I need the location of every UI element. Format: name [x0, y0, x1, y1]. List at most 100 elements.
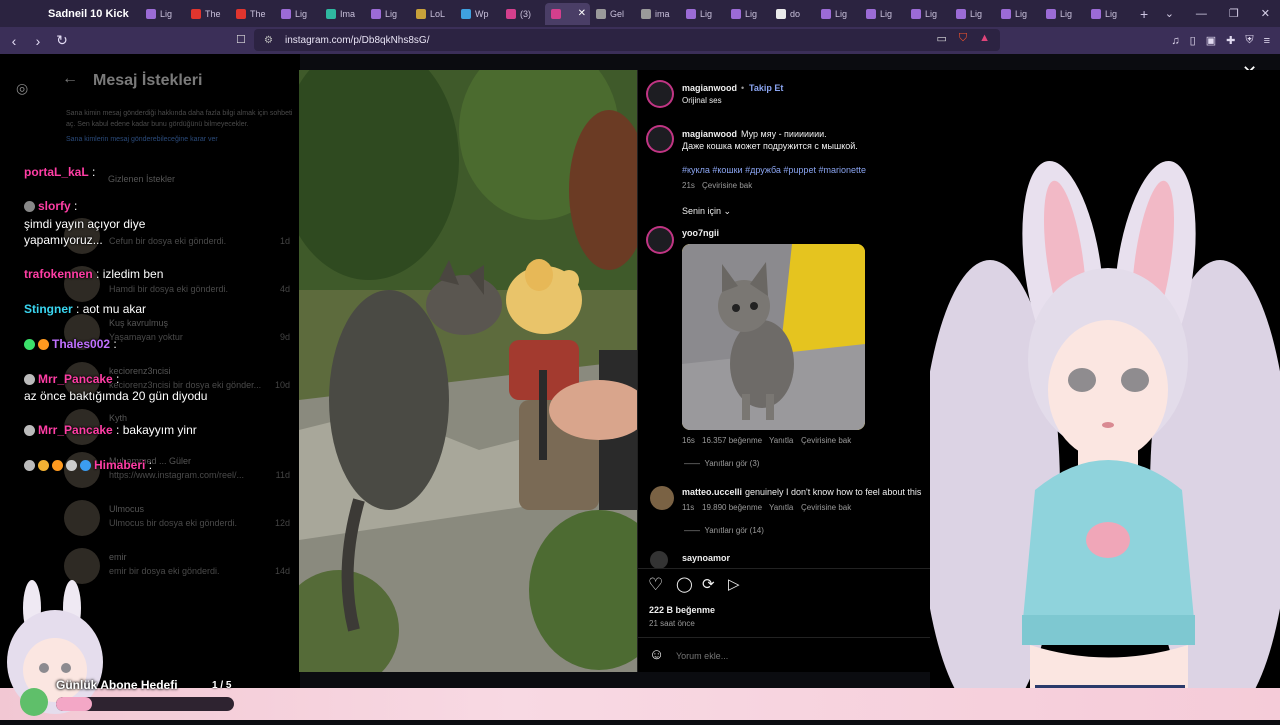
site-info-icon[interactable]: ⚙	[264, 35, 273, 46]
tab-search-icon[interactable]: ⌄	[1165, 7, 1174, 20]
chat-username[interactable]: Mrr_Pancake	[38, 423, 113, 437]
caption-translate[interactable]: Çevirisine bak	[702, 181, 752, 190]
new-tab-button[interactable]: +	[1140, 6, 1148, 22]
maximize-button[interactable]: ❐	[1229, 7, 1239, 20]
comment-input[interactable]	[674, 648, 958, 664]
minimize-button[interactable]: —	[1196, 8, 1207, 20]
hidden-requests-link[interactable]: Gizlenen İstekler	[108, 174, 175, 184]
view-replies[interactable]: —— Yanıtları gör (3)	[684, 459, 759, 468]
bookmark-icon[interactable]: ☐	[236, 33, 246, 46]
hashtags[interactable]: #кукла #кошки #дружба #puppet #marionett…	[682, 165, 866, 175]
audio-label[interactable]: Orijinal ses	[682, 96, 722, 105]
browser-tab[interactable]: LoL	[410, 3, 455, 25]
chat-username[interactable]: portaL_kaL	[24, 165, 89, 179]
tab-label: The	[250, 8, 266, 19]
browser-tab[interactable]: Ima	[320, 3, 365, 25]
chat-badge-icon	[24, 374, 35, 385]
chat-message: Mrr_Pancake :	[24, 371, 119, 387]
instagram-icon[interactable]: ◎	[16, 80, 28, 97]
comment-avatar[interactable]	[650, 486, 674, 510]
comment-likes[interactable]: 19.890 beğenme	[702, 503, 762, 512]
comment-sort[interactable]: Senin için ⌄	[682, 206, 731, 217]
post-video[interactable]: ◀	[299, 70, 637, 672]
like-icon[interactable]: ♡	[648, 575, 663, 595]
browser-tab[interactable]: Wp	[455, 3, 500, 25]
comment-kitten-image[interactable]	[682, 244, 865, 430]
vpn-icon[interactable]: ⛨	[1245, 34, 1253, 47]
sidebar-icon[interactable]: ▯	[1190, 34, 1196, 47]
reply-button[interactable]: Yanıtla	[769, 436, 793, 445]
browser-tab[interactable]: Lig	[725, 3, 770, 25]
browser-tab[interactable]: Lig	[815, 3, 860, 25]
address-bar[interactable]: ☐ ⚙ instagram.com/p/Db8qkNhs8sG/ ▭ ⛉ ▲	[236, 29, 1000, 51]
repost-icon[interactable]: ⟳	[702, 575, 715, 593]
close-window-button[interactable]: ✕	[1261, 7, 1270, 20]
comment-user[interactable]: yoo7ngii	[682, 228, 719, 238]
caption-author[interactable]: magianwood	[682, 129, 737, 139]
browser-tab[interactable]: Gel	[590, 3, 635, 25]
chat-username[interactable]: Himaberi	[94, 458, 145, 472]
goal-count: 1 / 5	[212, 680, 232, 691]
tab-label: Lig	[385, 8, 398, 19]
reload-icon[interactable]: ↻	[52, 32, 72, 49]
browser-tab[interactable]: Lig	[995, 3, 1040, 25]
follow-button[interactable]: Takip Et	[749, 83, 783, 93]
browser-tab[interactable]: Lig	[1085, 3, 1130, 25]
browser-tab[interactable]: do	[770, 3, 815, 25]
comment-avatar[interactable]	[648, 228, 672, 252]
request-name: emir	[109, 552, 127, 562]
browser-tab[interactable]: Lig	[680, 3, 725, 25]
emoji-icon[interactable]: ☺	[649, 646, 664, 663]
chat-username[interactable]: slorfy	[38, 199, 71, 213]
browser-tab[interactable]: Lig	[275, 3, 320, 25]
chat-username[interactable]: Thales002	[52, 337, 110, 351]
comment-time: 16s	[682, 436, 695, 445]
browser-tab[interactable]: Lig	[905, 3, 950, 25]
browser-tab[interactable]: ✕	[545, 2, 590, 25]
cast-icon[interactable]: ▭	[936, 32, 946, 45]
wallet-icon[interactable]: ▣	[1206, 34, 1216, 47]
comment-user[interactable]: saynoamor	[682, 553, 730, 563]
message-settings-link[interactable]: Sana kimlerin mesaj gönderebileceğine ka…	[66, 136, 218, 143]
chat-message: slorfy :	[24, 198, 77, 214]
rewards-icon[interactable]: ▲	[979, 32, 990, 45]
close-tab-icon[interactable]: ✕	[578, 8, 586, 19]
brave-shield-icon[interactable]: ⛉	[959, 32, 967, 45]
likes-total[interactable]: 222 B beğenme	[649, 605, 715, 615]
caption-line-1: Мур мяу - пиииииии.	[741, 129, 827, 139]
tab-favicon-icon	[866, 8, 876, 19]
media-icon[interactable]: ♫	[1171, 35, 1179, 47]
comment-user[interactable]: matteo.uccelli	[682, 487, 742, 497]
extensions-icon[interactable]: ✚	[1226, 34, 1235, 47]
view-replies[interactable]: —— Yanıtları gör (14)	[684, 526, 764, 535]
browser-tab[interactable]: Lig	[1040, 3, 1085, 25]
share-icon[interactable]: ▷	[728, 575, 740, 593]
browser-tab[interactable]: Lig	[950, 3, 995, 25]
browser-tab[interactable]: The	[185, 3, 230, 25]
chat-text: bakayyım yinr	[122, 423, 197, 437]
chat-username[interactable]: Mrr_Pancake	[38, 372, 113, 386]
author-name[interactable]: magianwood	[682, 83, 737, 93]
comment-likes[interactable]: 16.357 beğenme	[702, 436, 762, 445]
message-request-row[interactable]: Ulmocus Ulmocus bir dosya eki gönderdi. 12…	[64, 500, 300, 540]
chat-username[interactable]: trafokennen	[24, 267, 93, 281]
browser-tab[interactable]: Lig	[365, 3, 410, 25]
browser-tab[interactable]: Lig	[140, 3, 185, 25]
translate-button[interactable]: Çevirisine bak	[801, 503, 851, 512]
translate-button[interactable]: Çevirisine bak	[801, 436, 851, 445]
browser-tab[interactable]: (3)	[500, 3, 545, 25]
caption-avatar[interactable]	[648, 127, 672, 151]
browser-tab[interactable]: ima	[635, 3, 680, 25]
chat-username[interactable]: Stingner	[24, 302, 73, 316]
page-title: Mesaj İstekleri	[93, 72, 203, 89]
author-avatar[interactable]	[648, 82, 672, 106]
reply-button[interactable]: Yanıtla	[769, 503, 793, 512]
back-arrow-icon[interactable]: ←	[62, 70, 78, 88]
browser-tab[interactable]: Lig	[860, 3, 905, 25]
menu-icon[interactable]: ≡	[1264, 35, 1270, 47]
comment-icon[interactable]: ◯	[676, 575, 693, 593]
forward-icon[interactable]: ›	[28, 33, 48, 49]
browser-tab[interactable]: The	[230, 3, 275, 25]
back-icon[interactable]: ‹	[4, 33, 24, 49]
comment-avatar[interactable]	[650, 551, 668, 569]
